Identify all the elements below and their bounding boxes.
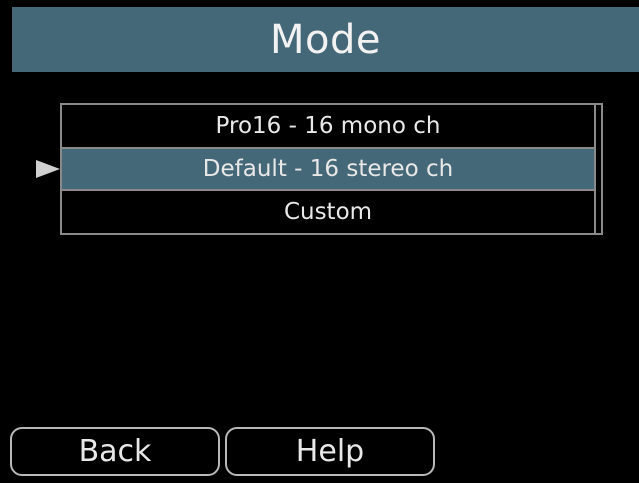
list-item-label: Custom — [283, 199, 373, 225]
list-item-pro16[interactable]: Pro16 - 16 mono ch — [62, 105, 594, 147]
help-button-label: Help — [295, 434, 365, 469]
header-bar: Mode — [12, 7, 639, 72]
list-scrollbar[interactable] — [594, 103, 604, 235]
page-title: Mode — [270, 16, 381, 63]
list-item-default[interactable]: Default - 16 stereo ch — [62, 147, 594, 191]
list-item-label: Default - 16 stereo ch — [202, 156, 454, 182]
list-item-label: Pro16 - 16 mono ch — [215, 113, 441, 139]
selection-pointer-icon — [36, 160, 60, 178]
list-item-custom[interactable]: Custom — [62, 191, 594, 233]
back-button-label: Back — [78, 434, 152, 469]
help-button[interactable]: Help — [225, 427, 435, 476]
back-button[interactable]: Back — [10, 427, 220, 476]
